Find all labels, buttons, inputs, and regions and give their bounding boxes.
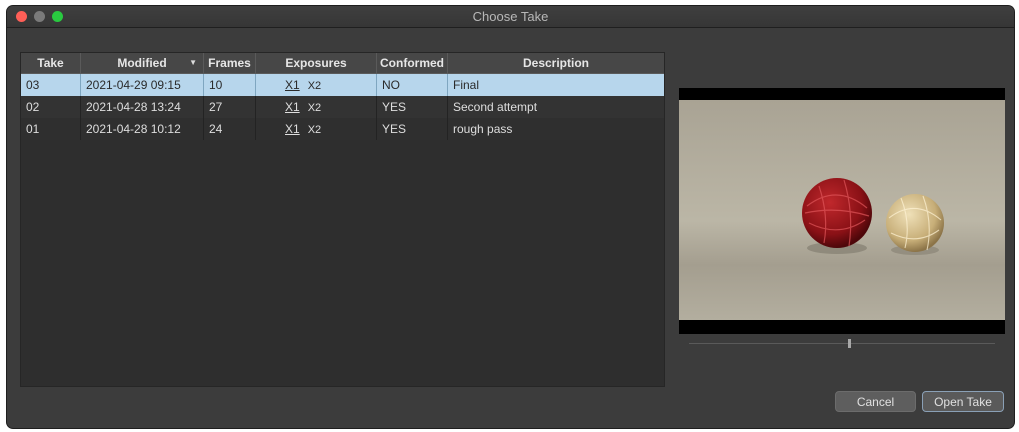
timeline-scrubber-handle[interactable] [848,339,851,348]
cell-description: Final [453,78,480,92]
cell-conformed: YES [377,118,448,140]
exposure-x2-link[interactable]: X2 [308,80,321,92]
cell-frames: 10 [204,74,256,96]
cell-modified: 2021-04-28 13:24 [81,96,204,118]
cell-take: 01 [21,118,81,140]
cell-conformed: NO [377,74,448,96]
exposure-x1-link[interactable]: X1 [285,122,300,136]
cell-description: Second attempt [453,100,538,114]
table-header: Take Modified ▼ Frames Exposures Conform… [21,53,664,74]
exposure-x2-link[interactable]: X2 [308,102,321,114]
column-header-modified[interactable]: Modified ▼ [81,53,204,73]
column-header-take[interactable]: Take [21,53,81,73]
exposure-x1-link[interactable]: X1 [285,78,300,92]
take-preview-image [679,88,1005,334]
choose-take-dialog: Choose Take Take Modified ▼ Frames Expos… [7,6,1014,428]
column-header-modified-label: Modified [117,56,167,70]
column-header-conformed[interactable]: Conformed [377,53,448,73]
sort-descending-icon: ▼ [189,58,197,67]
column-header-frames[interactable]: Frames [204,53,256,73]
cell-exposures: X1 X2 [256,96,377,118]
window-title: Choose Take [472,9,549,24]
cell-take: 02 [21,96,81,118]
cancel-button[interactable]: Cancel [835,391,916,412]
cell-modified: 2021-04-29 09:15 [81,74,204,96]
cell-frames: 24 [204,118,256,140]
cell-exposures: X1 X2 [256,118,377,140]
open-take-button[interactable]: Open Take [922,391,1004,412]
table-row[interactable]: 03 2021-04-29 09:15 10 X1 X2 NO Final [21,74,664,96]
red-wicker-ball [802,178,872,248]
table-row[interactable]: 02 2021-04-28 13:24 27 X1 X2 YES Second a… [21,96,664,118]
column-header-exposures[interactable]: Exposures [256,53,377,73]
exposure-x2-link[interactable]: X2 [308,124,321,136]
cell-conformed: YES [377,96,448,118]
table-row[interactable]: 01 2021-04-28 10:12 24 X1 X2 YES rough pa… [21,118,664,140]
preview-frame [679,100,1005,320]
cell-modified: 2021-04-28 10:12 [81,118,204,140]
cell-take: 03 [21,74,81,96]
column-header-description[interactable]: Description [448,53,664,73]
cell-exposures: X1 X2 [256,74,377,96]
timeline-scrubber-track[interactable] [689,343,995,344]
cell-description: rough pass [453,122,513,136]
exposure-x1-link[interactable]: X1 [285,100,300,114]
takes-table: Take Modified ▼ Frames Exposures Conform… [20,52,665,387]
title-bar: Choose Take [7,6,1014,28]
tan-wicker-ball [886,194,944,252]
cell-frames: 27 [204,96,256,118]
